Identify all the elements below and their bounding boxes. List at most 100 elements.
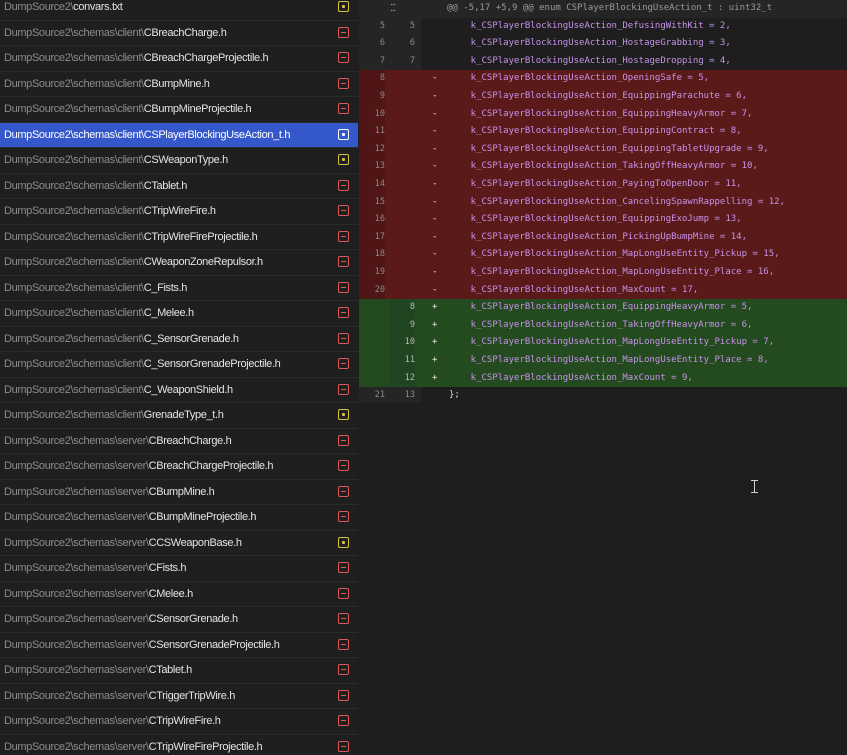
file-row[interactable]: DumpSource2\schemas\server\CBreachCharge… [0,454,358,480]
file-deleted-icon [338,103,349,114]
file-name: CWeaponZoneRepulsor.h [144,256,263,268]
file-dir: DumpSource2\schemas\server\ [4,588,149,600]
file-row[interactable]: DumpSource2\schemas\server\CSensorGrenad… [0,633,358,659]
file-path: DumpSource2\schemas\client\C_SensorGrena… [4,352,330,377]
file-deleted-icon [338,664,349,675]
file-row[interactable]: DumpSource2\schemas\client\C_Melee.h [0,301,358,327]
file-dir: DumpSource2\schemas\server\ [4,511,149,523]
file-path: DumpSource2\schemas\server\CTablet.h [4,658,330,683]
file-row[interactable]: DumpSource2\schemas\client\CSWeaponType.… [0,148,358,174]
file-dir: DumpSource2\schemas\client\ [4,256,144,268]
code-text: k_CSPlayerBlockingUseAction_EquippingHea… [449,299,752,317]
file-row[interactable]: DumpSource2\schemas\server\CTriggerTripW… [0,684,358,710]
file-row[interactable]: DumpSource2\schemas\server\CSensorGrenad… [0,607,358,633]
file-path: DumpSource2\schemas\client\CSWeaponType.… [4,148,330,173]
file-name: CBumpMine.h [149,486,215,498]
code-text: k_CSPlayerBlockingUseAction_HostageDropp… [449,53,731,71]
diff-marker: + [432,352,442,370]
file-path: DumpSource2\schemas\client\GrenadeType_t… [4,403,330,428]
file-path: DumpSource2\schemas\client\CBumpMine.h [4,72,330,97]
file-row[interactable]: DumpSource2\schemas\client\CBumpMineProj… [0,97,358,123]
file-row[interactable]: DumpSource2\schemas\server\CTripWireFire… [0,709,358,735]
file-row[interactable]: DumpSource2\schemas\server\CTablet.h [0,658,358,684]
expand-hunk-icon[interactable]: ⋯⋯ [386,2,400,12]
diff-line-context: 66 k_CSPlayerBlockingUseAction_HostageGr… [359,35,847,53]
code-text: k_CSPlayerBlockingUseAction_EquippingPar… [449,88,747,106]
file-name: CTablet.h [149,664,192,676]
file-row[interactable]: DumpSource2\schemas\client\C_SensorGrena… [0,327,358,353]
file-row[interactable]: DumpSource2\schemas\client\C_Fists.h [0,276,358,302]
file-path: DumpSource2\schemas\server\CBumpMineProj… [4,505,330,530]
file-row[interactable]: DumpSource2\schemas\server\CMelee.h [0,582,358,608]
old-line-number: 6 [359,35,385,53]
diff-marker: + [432,370,442,388]
diff-line-added: 9+ k_CSPlayerBlockingUseAction_TakingOff… [359,317,847,335]
code-text: k_CSPlayerBlockingUseAction_CancelingSpa… [449,194,785,212]
file-path: DumpSource2\schemas\client\C_Fists.h [4,276,330,301]
file-row[interactable]: DumpSource2\schemas\client\C_SensorGrena… [0,352,358,378]
diff-marker: - [432,141,442,159]
old-line-number: 13 [359,158,385,176]
file-row[interactable]: DumpSource2\schemas\client\CTripWireFire… [0,199,358,225]
file-dir: DumpSource2\schemas\client\ [4,78,144,90]
file-name: CBumpMineProjectile.h [144,103,252,115]
file-row[interactable]: DumpSource2\schemas\server\CBumpMine.h [0,480,358,506]
file-row[interactable]: DumpSource2\schemas\client\CTablet.h [0,174,358,200]
file-name: CBumpMine.h [144,78,210,90]
diff-viewer[interactable]: ⋯⋯ @@ -5,17 +5,9 @@ enum CSPlayerBlockin… [359,0,847,746]
changed-files-list[interactable]: DumpSource2\convars.txtDumpSource2\schem… [0,0,358,755]
file-dir: DumpSource2\schemas\client\ [4,358,144,370]
file-dir: DumpSource2\schemas\server\ [4,435,149,447]
new-line-number: 9 [389,317,415,335]
file-row[interactable]: DumpSource2\schemas\server\CBumpMineProj… [0,505,358,531]
file-deleted-icon [338,231,349,242]
file-path: DumpSource2\schemas\server\CCSWeaponBase… [4,531,330,556]
file-dir: DumpSource2\schemas\client\ [4,154,144,166]
diff-marker: - [432,264,442,282]
file-row[interactable]: DumpSource2\schemas\server\CTripWireFire… [0,735,358,755]
diff-marker: - [432,158,442,176]
file-name: CFists.h [149,562,187,574]
file-deleted-icon [338,690,349,701]
file-path: DumpSource2\schemas\client\C_SensorGrena… [4,327,330,352]
file-row[interactable]: DumpSource2\schemas\client\CSPlayerBlock… [0,123,358,149]
file-path: DumpSource2\schemas\server\CTripWireFire… [4,709,330,734]
file-deleted-icon [338,588,349,599]
file-dir: DumpSource2\schemas\client\ [4,384,144,396]
file-row[interactable]: DumpSource2\schemas\server\CBreachCharge… [0,429,358,455]
file-name: GrenadeType_t.h [144,409,224,421]
diff-line-added: 11+ k_CSPlayerBlockingUseAction_MapLongU… [359,352,847,370]
file-name: CBreachChargeProjectile.h [144,52,269,64]
file-row[interactable]: DumpSource2\schemas\client\GrenadeType_t… [0,403,358,429]
code-text: k_CSPlayerBlockingUseAction_HostageGrabb… [449,35,731,53]
file-name: CSPlayerBlockingUseAction_t.h [144,129,290,141]
file-name: C_SensorGrenade.h [144,333,239,345]
file-path: DumpSource2\schemas\server\CTriggerTripW… [4,684,330,709]
code-text: k_CSPlayerBlockingUseAction_MaxCount = 9… [449,370,693,388]
code-text: k_CSPlayerBlockingUseAction_DefusingWith… [449,18,731,36]
new-line-number: 6 [389,35,415,53]
file-path: DumpSource2\schemas\server\CMelee.h [4,582,330,607]
file-path: DumpSource2\schemas\client\CBreachCharge… [4,46,330,71]
old-line-number: 5 [359,18,385,36]
code-text: k_CSPlayerBlockingUseAction_EquippingHea… [449,106,752,124]
file-row[interactable]: DumpSource2\schemas\client\CBumpMine.h [0,72,358,98]
diff-marker: - [432,106,442,124]
file-row[interactable]: DumpSource2\schemas\server\CFists.h [0,556,358,582]
file-row[interactable]: DumpSource2\schemas\client\CBreachCharge… [0,46,358,72]
file-row[interactable]: DumpSource2\schemas\client\CWeaponZoneRe… [0,250,358,276]
file-deleted-icon [338,282,349,293]
file-path: DumpSource2\schemas\client\CTripWireFire… [4,199,330,224]
file-name: CBumpMineProjectile.h [149,511,257,523]
file-deleted-icon [338,486,349,497]
code-text: k_CSPlayerBlockingUseAction_MaxCount = 1… [449,282,698,300]
file-row[interactable]: DumpSource2\schemas\client\C_WeaponShiel… [0,378,358,404]
file-name: CTablet.h [144,180,187,192]
diff-marker: - [432,211,442,229]
file-row[interactable]: DumpSource2\schemas\client\CBreachCharge… [0,21,358,47]
file-row[interactable]: DumpSource2\schemas\client\CTripWireFire… [0,225,358,251]
file-row[interactable]: DumpSource2\convars.txt [0,0,358,21]
code-text: k_CSPlayerBlockingUseAction_EquippingCon… [449,123,742,141]
old-line-number: 7 [359,53,385,71]
file-row[interactable]: DumpSource2\schemas\server\CCSWeaponBase… [0,531,358,557]
